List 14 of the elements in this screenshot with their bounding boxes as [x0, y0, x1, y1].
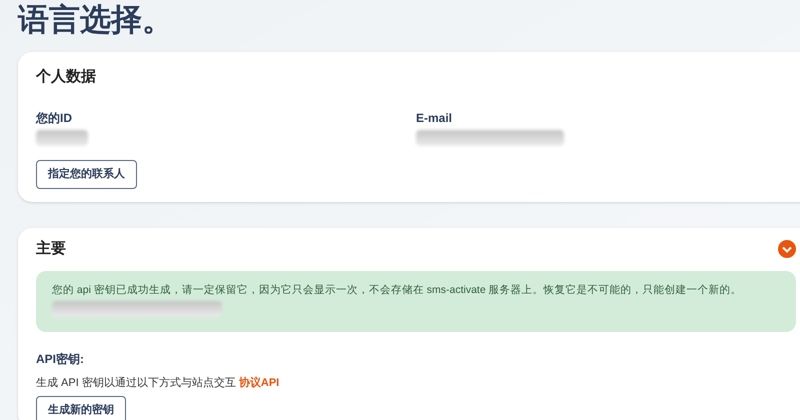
assign-contacts-button[interactable]: 指定您的联系人: [36, 160, 137, 188]
protocol-api-link[interactable]: 协议API: [238, 376, 280, 388]
page-title: 语言选择。: [18, 1, 174, 39]
redacted-text: [36, 130, 88, 146]
api-key-label: API密钥:: [36, 350, 85, 368]
api-description: 生成 API 密钥以通过以下方式与站点交互 协议API: [36, 376, 280, 390]
card-title: 主要: [36, 238, 66, 259]
card-title: 个人数据: [36, 67, 97, 87]
generate-key-button[interactable]: 生成新的密钥: [36, 396, 126, 420]
chevron-icon: [782, 246, 792, 253]
field-label: 您的ID: [36, 110, 73, 126]
field-label: E-mail: [416, 110, 454, 126]
alert-message: 您的 api 密钥已成功生成，请一定保留它，因为它只会显示一次，不会存储在 sms-activate 服务器上。恢复它是不可能的，只能创建一个新的。: [52, 282, 743, 298]
collapse-toggle[interactable]: [778, 240, 796, 258]
